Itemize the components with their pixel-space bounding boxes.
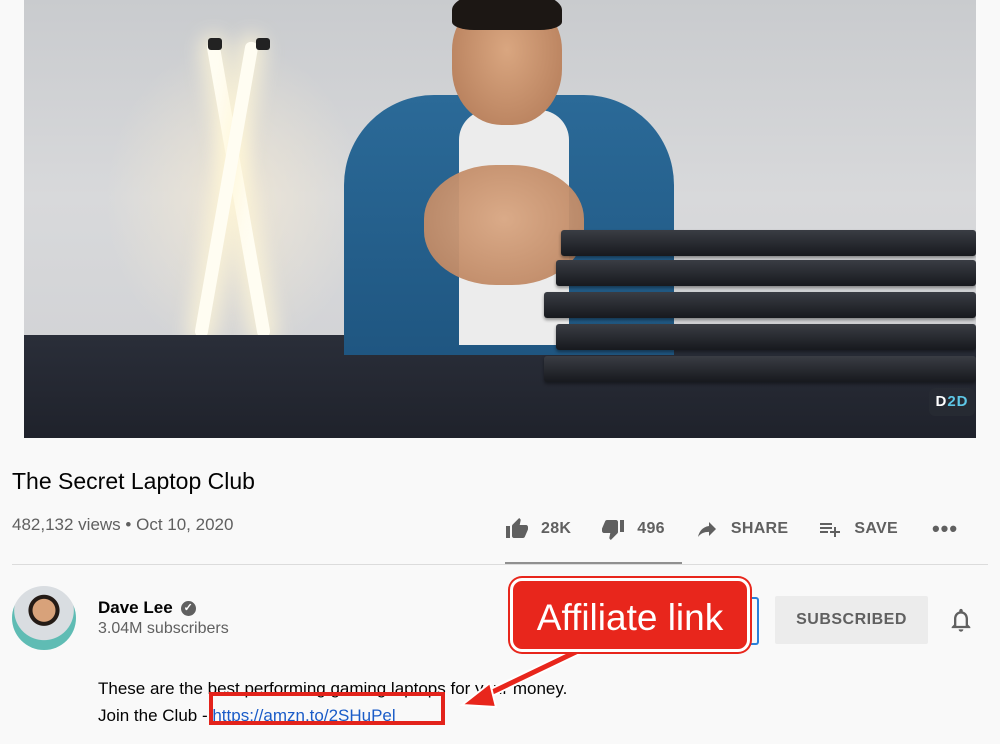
- divider: [12, 564, 988, 565]
- like-button[interactable]: 28K: [505, 517, 571, 541]
- view-count: 482,132 views: [12, 515, 121, 534]
- subscriber-count: 3.04M subscribers: [98, 620, 229, 637]
- dislike-button[interactable]: 496: [601, 517, 665, 541]
- save-button[interactable]: SAVE: [818, 517, 898, 541]
- subscribed-button[interactable]: SUBSCRIBED: [775, 596, 928, 644]
- video-title: The Secret Laptop Club: [12, 468, 255, 494]
- lamp-cap-left: [208, 38, 222, 50]
- channel-avatar[interactable]: [12, 586, 76, 650]
- share-button[interactable]: SHARE: [695, 517, 789, 541]
- share-arrow-icon: [697, 522, 716, 537]
- playlist-add-icon: [820, 523, 841, 537]
- like-count: 28K: [541, 520, 572, 537]
- bell-icon: [951, 608, 971, 632]
- channel-watermark: D2D: [929, 388, 975, 416]
- channel-name[interactable]: Dave Lee: [98, 598, 173, 618]
- more-dots-icon: •••: [931, 516, 959, 541]
- video-player[interactable]: D2D: [24, 0, 976, 438]
- lamp-cap-right: [256, 38, 270, 50]
- video-stats: 482,132 views • Oct 10, 2020: [12, 515, 234, 534]
- affiliate-link-callout: Affiliate link: [510, 578, 750, 652]
- link-highlight-box: [209, 692, 445, 725]
- verified-badge-icon: ✓: [180, 600, 196, 616]
- upload-date: Oct 10, 2020: [136, 515, 234, 534]
- action-bar: 28K 496 SHARE SAVE •••: [505, 515, 958, 543]
- more-actions-button[interactable]: •••: [932, 516, 958, 542]
- thumbs-down-icon: [602, 520, 625, 540]
- dislike-count: 496: [637, 520, 665, 537]
- channel-name-row: Dave Lee ✓: [98, 598, 196, 618]
- laptop-stack: [544, 230, 976, 405]
- notification-bell-button[interactable]: [947, 605, 975, 640]
- thumbs-up-icon: [506, 518, 528, 538]
